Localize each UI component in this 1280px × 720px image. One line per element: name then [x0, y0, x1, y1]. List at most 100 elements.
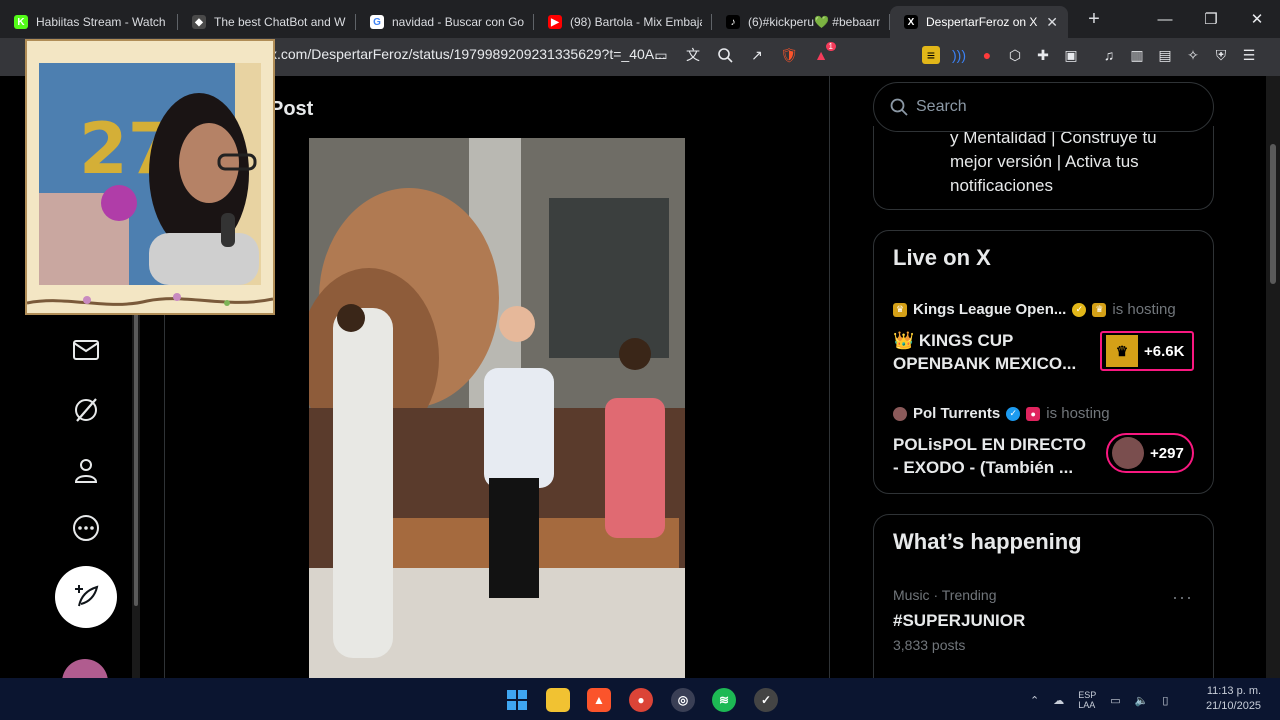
verified-blue-icon: ✓ — [1006, 406, 1021, 421]
maximize-button[interactable]: ❐ — [1188, 0, 1234, 38]
browser-tab-bar: K Habiitas Stream - Watch Li ◆ The best Cha… — [0, 0, 1280, 38]
extension-icon[interactable]: ● — [978, 46, 996, 64]
language-indicator[interactable]: ESP LAA — [1078, 690, 1096, 710]
clock-time: 11:13 p. m. — [1206, 685, 1262, 697]
system-clock[interactable]: 11:13 p. m. 21/10/2025 — [1206, 684, 1261, 714]
kick-icon: K — [14, 15, 28, 29]
compose-post-button[interactable] — [55, 566, 117, 628]
youtube-icon: ▶ — [548, 15, 562, 29]
google-icon: G — [370, 15, 384, 29]
brave-rewards-icon[interactable]: ▲ 1 — [812, 42, 836, 64]
file-explorer-icon[interactable] — [546, 688, 570, 712]
tab-title: The best ChatBot and Wid — [214, 15, 346, 29]
volume-icon[interactable]: 🔈 — [1135, 694, 1149, 707]
music-icon[interactable]: ♫ — [1100, 46, 1118, 64]
mail-icon[interactable] — [68, 332, 104, 368]
live-host-row[interactable]: Pol Turrents ✓ ● is hosting — [893, 405, 1110, 422]
spotify-icon[interactable]: ≋ — [712, 688, 736, 712]
translate-icon[interactable]: 文 — [684, 46, 702, 64]
tab-strip: K Habiitas Stream - Watch Li ◆ The best Cha… — [0, 0, 1068, 38]
browser-tab[interactable]: ▶ (98) Bartola - Mix Embajad — [534, 6, 712, 38]
hosting-label: is hosting — [1046, 405, 1110, 422]
browser-tab[interactable]: ◆ The best ChatBot and Wid — [178, 6, 356, 38]
account-avatar[interactable] — [62, 659, 108, 678]
trend-more-icon[interactable]: ··· — [1172, 587, 1193, 608]
network-icon[interactable]: ▭ — [1110, 694, 1120, 707]
tab-title: DespertarFeroz on X: — [926, 15, 1039, 29]
address-bar-actions: ▭ 文 ↗ 🛡 ▲ 1 — [652, 42, 836, 64]
live-on-x-card: Live on X ♛ Kings League Open... ✓ ♛ is … — [873, 230, 1214, 494]
live-listener-count[interactable]: ♛ +6.6K — [1100, 331, 1195, 371]
host-avatar: ♛ — [893, 302, 907, 317]
windows-start-icon[interactable] — [505, 688, 529, 712]
new-tab-button[interactable]: + — [1078, 8, 1110, 31]
search-input[interactable]: Search — [873, 82, 1214, 132]
address-bar[interactable]: x.com/DespertarFeroz/status/197998920923… — [270, 46, 666, 62]
obs-icon[interactable]: ◎ — [671, 688, 695, 712]
browser-tab[interactable]: ♪ (6)#kickperu💚 #bebaarm — [712, 6, 890, 38]
webcam-overlay: 27 — [25, 39, 275, 315]
live-title[interactable]: 👑 KINGS CUP OPENBANK MEXICO... — [893, 329, 1093, 375]
happening-heading: What’s happening — [893, 529, 1082, 554]
battery-icon[interactable]: ▯ — [1162, 694, 1168, 707]
chevron-up-icon[interactable]: ⌃ — [1030, 694, 1039, 707]
host-badge-icon: ● — [1026, 406, 1041, 421]
host-badge-icon: ♛ — [1092, 302, 1107, 317]
more-icon[interactable] — [68, 510, 104, 546]
page-title: Post — [270, 98, 314, 120]
live-listener-count[interactable]: +297 — [1106, 433, 1194, 473]
profile-icon[interactable] — [68, 452, 104, 488]
cloud-icon[interactable]: ☁ — [1053, 694, 1064, 707]
puzzle-icon[interactable]: ✚ — [1034, 46, 1052, 64]
extension-icon[interactable]: ≡ — [922, 46, 940, 64]
vpn-icon[interactable]: ⛨ — [1212, 46, 1230, 64]
tiktok-icon: ♪ — [726, 15, 740, 29]
close-window-button[interactable]: ✕ — [1234, 0, 1280, 38]
sidebar-icon[interactable]: ▥ — [1128, 46, 1146, 64]
minimize-button[interactable]: — — [1142, 0, 1188, 38]
browser-tab[interactable]: Gnavidad - Buscar con Goog — [356, 6, 534, 38]
extension-icon[interactable]: ))) — [950, 46, 968, 64]
close-tab-icon[interactable]: ✕ — [1046, 14, 1058, 31]
share-icon[interactable]: ↗ — [748, 46, 766, 64]
feather-plus-icon — [75, 585, 99, 607]
live-heading: Live on X — [893, 245, 991, 270]
profile-card[interactable]: y Mentalidad | Construye tu mejor versió… — [873, 126, 1214, 210]
leo-ai-icon[interactable]: ✧ — [1184, 46, 1202, 64]
live-avatar: ♛ — [1106, 335, 1138, 367]
brave-icon[interactable]: ▲ — [587, 688, 611, 712]
wallet-icon[interactable]: ▤ — [1156, 46, 1174, 64]
chrome-icon[interactable]: ● — [629, 688, 653, 712]
profile-card-text: y Mentalidad | Construye tu mejor versió… — [950, 128, 1157, 195]
page-scrollbar-thumb[interactable] — [1270, 144, 1276, 284]
trend-count: 3,833 posts — [893, 637, 966, 653]
menu-icon[interactable]: ☰ — [1240, 46, 1258, 64]
trend-meta: Music · Trending — [893, 587, 997, 603]
browser-tab[interactable]: X DespertarFeroz on X: ✕ — [890, 6, 1068, 38]
app-icon[interactable]: ✓ — [754, 688, 778, 712]
hosting-label: is hosting — [1112, 301, 1176, 318]
live-avatar — [1112, 437, 1144, 469]
live-host-row[interactable]: ♛ Kings League Open... ✓ ♛ is hosting — [893, 301, 1176, 318]
extension-icon[interactable]: ▣ — [1062, 46, 1080, 64]
host-avatar — [893, 406, 907, 421]
trend-name[interactable]: #SUPERJUNIOR — [893, 611, 1025, 631]
zoom-icon[interactable] — [716, 46, 734, 64]
tab-title: navidad - Buscar con Goog — [392, 15, 524, 29]
browser-tab[interactable]: K Habiitas Stream - Watch Li — [0, 6, 178, 38]
live-count: +297 — [1150, 444, 1184, 462]
search-icon — [890, 98, 908, 116]
grok-icon[interactable] — [68, 392, 104, 428]
brave-shields-icon[interactable]: 🛡 — [780, 46, 798, 64]
host-name: Kings League Open... — [913, 301, 1067, 318]
vine-decoration — [27, 293, 273, 306]
post-video[interactable] — [309, 138, 685, 678]
x-icon: X — [904, 15, 918, 29]
chatbot-icon: ◆ — [192, 15, 206, 29]
system-tray: ⌃ ☁ ESP LAA ▭ 🔈 ▯ — [1030, 690, 1168, 710]
live-title[interactable]: POLisPOL EN DIRECTO - EXODO - (También .… — [893, 433, 1093, 479]
tab-title: (98) Bartola - Mix Embajad — [570, 15, 702, 29]
extension-icon[interactable]: ⬡ — [1006, 46, 1024, 64]
install-app-icon[interactable]: ▭ — [652, 46, 670, 64]
rewards-badge: 1 — [825, 42, 836, 51]
